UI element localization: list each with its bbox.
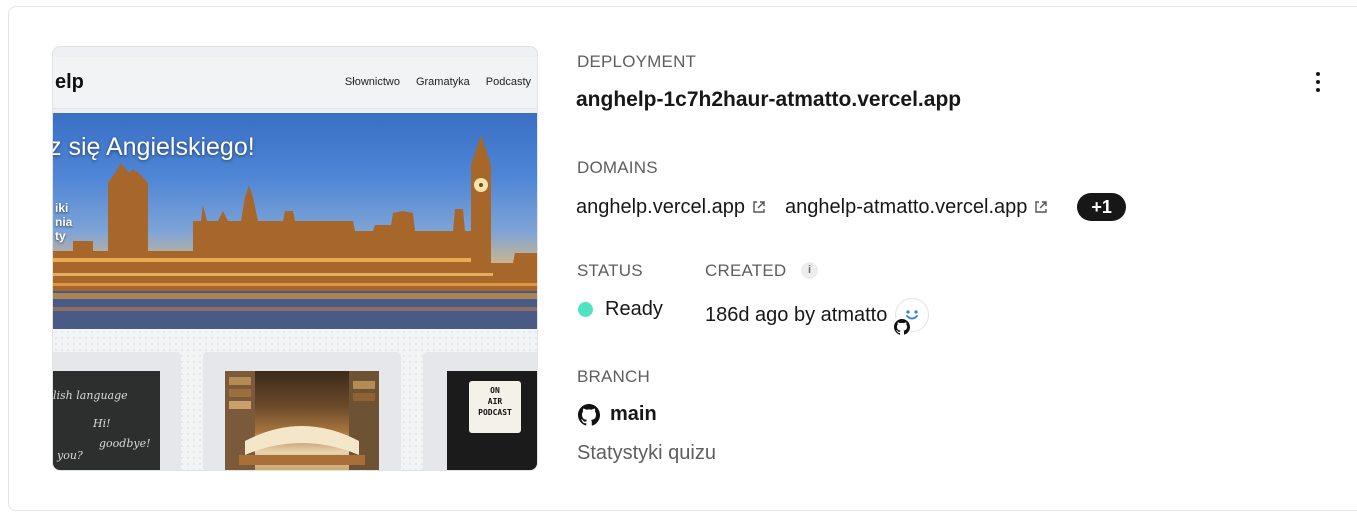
domain-link-text: anghelp-atmatto.vercel.app [785, 195, 1028, 218]
github-badge [892, 317, 913, 337]
chalk-text: Hi! [93, 417, 111, 430]
domain-link-text: anghelp.vercel.app [576, 195, 746, 218]
chalk-text: goodbye! [99, 437, 151, 450]
lightbox-text: AIR [487, 397, 503, 406]
onair-lightbox: ON AIR PODCAST [469, 381, 521, 433]
preview-thumb-podcast: ON AIR PODCAST [447, 371, 537, 470]
github-icon [578, 403, 600, 425]
domains-list: anghelp.vercel.app anghelp-atmatto.verce… [576, 193, 1126, 221]
chalk-text: lish language [53, 389, 128, 402]
preview-hero-side-line: nia [55, 215, 73, 229]
domain-link[interactable]: anghelp-atmatto.vercel.app [785, 196, 1049, 219]
preview-navbar: elp Słownictwo Gramatyka Podcasty [53, 57, 537, 109]
branch-link[interactable]: main [578, 403, 657, 426]
deployment-label: DEPLOYMENT [577, 52, 697, 71]
lightbox-text: ON [490, 386, 500, 395]
preview-nav-links: Słownictwo Gramatyka Podcasty [345, 76, 531, 88]
preview-nav-link: Słownictwo [344, 76, 400, 88]
domains-label: DOMAINS [577, 158, 658, 177]
menu-dot [1316, 80, 1320, 84]
deployment-preview[interactable]: elp Słownictwo Gramatyka Podcasty z się … [52, 46, 538, 471]
more-vertical-icon [1316, 72, 1320, 76]
preview-nav-link: Gramatyka [415, 76, 470, 88]
branch-label: BRANCH [577, 367, 650, 386]
branch-name: main [610, 403, 657, 425]
info-icon[interactable]: i [801, 262, 818, 279]
books-illustration [225, 371, 379, 470]
preview-nav-link: Podcasty [485, 76, 531, 88]
preview-hero-title: z się Angielskiego! [53, 133, 255, 161]
more-domains-badge[interactable]: +1 [1077, 193, 1126, 221]
created-label: CREATED [705, 261, 787, 280]
github-icon [894, 319, 911, 335]
chalk-text: you? [57, 449, 83, 462]
commit-message[interactable]: Statystyki quizu [577, 442, 716, 465]
status-value: Ready [578, 298, 663, 321]
preview-hero-side-line: ty [55, 229, 66, 243]
external-link-icon [1035, 201, 1048, 213]
avatar[interactable] [892, 298, 930, 337]
preview-logo: elp [55, 71, 84, 93]
preview-hero-sidebar: iki nia ty [55, 201, 72, 243]
status-text: Ready [605, 298, 663, 320]
more-options-button[interactable] [1306, 68, 1330, 96]
lightbox-text: PODCAST [478, 408, 512, 417]
menu-dot [1316, 88, 1320, 92]
preview-thumb-chalkboard: lish language Hi! goodbye! you? [53, 371, 160, 470]
external-link-icon [753, 201, 765, 213]
domain-link[interactable]: anghelp.vercel.app [576, 196, 767, 219]
status-ready-dot [578, 302, 593, 317]
status-label: STATUS [577, 261, 643, 280]
deployment-url-link[interactable]: anghelp-1c7h2haur-atmatto.vercel.app [576, 88, 961, 112]
preview-hero-side-line: iki [55, 201, 69, 215]
preview-thumb-books [225, 371, 379, 470]
created-value: 186d ago by atmatto [705, 298, 930, 337]
preview-hero-image: z się Angielskiego! iki nia ty [53, 113, 537, 329]
created-text: 186d ago by atmatto [705, 303, 888, 326]
